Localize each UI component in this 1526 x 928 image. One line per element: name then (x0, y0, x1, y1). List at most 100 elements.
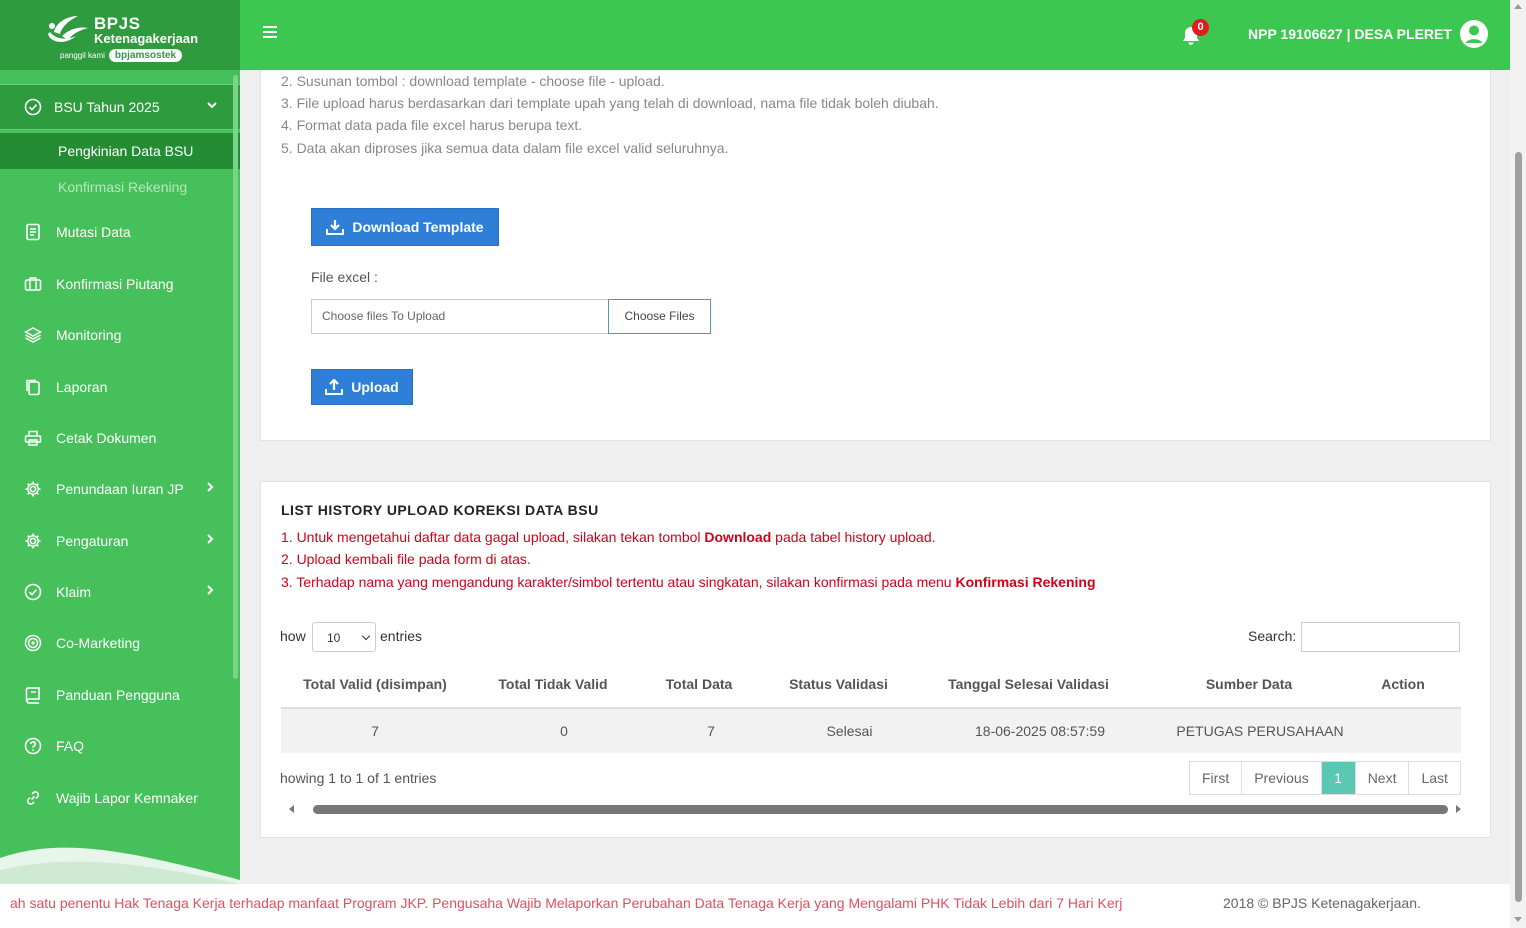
copy-icon (26, 379, 40, 396)
sidebar-item-label: Monitoring (56, 327, 122, 343)
column-header[interactable]: Tanggal Selesai Validasi (916, 676, 1141, 692)
brand-subname: Ketenagakerjaan (94, 31, 199, 46)
document-icon (26, 223, 40, 241)
user-avatar-icon[interactable] (1459, 19, 1489, 49)
pagination-page-1[interactable]: 1 (1321, 762, 1356, 794)
gear-icon (25, 533, 41, 549)
scroll-up-icon[interactable] (1514, 4, 1522, 9)
sidebar-subitem-konfirmasi-rekening[interactable]: Konfirmasi Rekening (0, 169, 240, 205)
target-icon (24, 634, 42, 652)
sidebar-item-bsu-2025[interactable]: BSU Tahun 2025 (0, 84, 240, 130)
upload-button[interactable]: Upload (311, 369, 413, 405)
sidebar-item-pengaturan[interactable]: Pengaturan (0, 521, 240, 561)
sidebar-wave-decoration (0, 847, 240, 884)
chevron-right-icon (207, 482, 214, 492)
book-icon (25, 687, 40, 704)
sidebar-item-faq[interactable]: FAQ (0, 726, 240, 766)
table-cell: Selesai (826, 723, 873, 739)
sidebar-item-mutasi-data[interactable]: Mutasi Data (0, 212, 240, 252)
page-scrollbar-thumb[interactable] (1515, 152, 1522, 902)
upload-icon (325, 379, 344, 395)
file-excel-label: File excel : (311, 269, 378, 285)
sidebar-item-label: Wajib Lapor Kemnaker (56, 790, 198, 806)
user-label[interactable]: NPP 19106627 | DESA PLERET (1248, 26, 1452, 42)
upload-card: 2. Susunan tombol : download template - … (260, 70, 1491, 441)
brand-area[interactable]: BPJS Ketenagakerjaan panggil kami bpjams… (0, 0, 240, 70)
pagination-previous[interactable]: Previous (1242, 762, 1322, 794)
pagination-last[interactable]: Last (1409, 762, 1460, 794)
brand-tagline: panggil kami bpjamsostek (60, 49, 183, 62)
chevron-right-icon (207, 585, 214, 595)
sidebar-item-label: Co-Marketing (56, 635, 141, 651)
table-cell: PETUGAS PERUSAHAAN (1176, 723, 1344, 739)
sidebar-item-label: FAQ (56, 738, 85, 754)
scroll-left-icon[interactable] (289, 805, 294, 813)
download-template-button[interactable]: Download Template (311, 208, 499, 246)
history-note-1: 1. Untuk mengetahui daftar data gagal up… (281, 529, 936, 545)
printer-icon (24, 430, 42, 446)
search-input[interactable] (1301, 622, 1460, 652)
sidebar-item-label: Penundaan Iuran JP (56, 481, 184, 497)
pagination-next[interactable]: Next (1355, 762, 1410, 794)
top-header: 0 NPP 19106627 | DESA PLERET (240, 0, 1510, 70)
sidebar-item-co-marketing[interactable]: Co-Marketing (0, 623, 240, 663)
history-card: LIST HISTORY UPLOAD KOREKSI DATA BSU 1. … (260, 481, 1491, 838)
sidebar-subitem-pengkinian-data-bsu[interactable]: Pengkinian Data BSU (0, 133, 240, 169)
konfirmasi-rekening-link[interactable]: Konfirmasi Rekening (955, 574, 1095, 590)
sidebar-item-label: Mutasi Data (56, 224, 131, 240)
column-header[interactable]: Total Valid (disimpan) (281, 676, 469, 692)
column-header[interactable]: Total Tidak Valid (469, 676, 637, 692)
column-header[interactable]: Sumber Data (1141, 676, 1357, 692)
history-title: LIST HISTORY UPLOAD KOREKSI DATA BSU (281, 502, 599, 518)
instruction-line: 3. File upload harus berdasarkan dari te… (281, 95, 939, 111)
sidebar-item-penundaan-iuran-jp[interactable]: Penundaan Iuran JP (0, 469, 240, 509)
layers-icon (24, 327, 42, 343)
pagination-first[interactable]: First (1190, 762, 1243, 794)
notification-badge: 0 (1192, 19, 1209, 36)
table-cell: 0 (560, 723, 568, 739)
sidebar-item-laporan[interactable]: Laporan (0, 367, 240, 407)
scroll-right-icon[interactable] (1456, 805, 1461, 813)
chevron-down-icon (361, 631, 371, 641)
sidebar-item-label: Cetak Dokumen (56, 430, 157, 446)
sidebar-item-panduan-pengguna[interactable]: Panduan Pengguna (0, 675, 240, 715)
announcement-marquee: ah satu penentu Hak Tenaga Kerja terhada… (10, 895, 1123, 911)
sidebar-item-konfirmasi-piutang[interactable]: Konfirmasi Piutang (0, 264, 240, 304)
chevron-down-icon (207, 102, 217, 109)
column-header[interactable]: Status Validasi (761, 676, 916, 692)
column-header[interactable]: Total Data (637, 676, 761, 692)
note-text: 1. Untuk mengetahui daftar data gagal up… (281, 529, 705, 545)
history-note-2: 2. Upload kembali file pada form di atas… (281, 551, 531, 567)
scroll-down-icon[interactable] (1514, 917, 1522, 922)
entries-length-select[interactable]: 10 (312, 622, 376, 652)
download-template-label: Download Template (352, 219, 484, 235)
sidebar-item-label: Konfirmasi Piutang (56, 276, 174, 292)
tagline-prefix: panggil kami (60, 51, 105, 60)
page-scrollbar[interactable] (1510, 0, 1526, 928)
entries-length-suffix: entries (380, 628, 423, 644)
column-header[interactable]: Action (1357, 676, 1449, 692)
brand-name: BPJS (94, 14, 141, 33)
entries-length-prefix: how (280, 628, 306, 644)
sidebar-item-klaim[interactable]: Klaim (0, 572, 240, 612)
note-text: 3. Terhadap nama yang mengandung karakte… (281, 574, 956, 590)
hamburger-menu-icon[interactable] (262, 24, 278, 40)
pagination: First Previous 1 Next Last (1189, 761, 1461, 795)
tagline-pill: bpjamsostek (108, 49, 183, 62)
sidebar-scrollbar[interactable] (233, 75, 238, 679)
choose-files-button[interactable]: Choose Files (608, 299, 711, 334)
sidebar-item-label: Pengaturan (56, 533, 129, 549)
instruction-line: 2. Susunan tombol : download template - … (281, 73, 665, 89)
footer: ah satu penentu Hak Tenaga Kerja terhada… (0, 884, 1510, 928)
sidebar-item-monitoring[interactable]: Monitoring (0, 315, 240, 355)
sidebar-item-wajib-lapor-kemnaker[interactable]: Wajib Lapor Kemnaker (0, 778, 240, 818)
instruction-line: 5. Data akan diproses jika semua data da… (281, 140, 729, 156)
sidebar-item-label: BSU Tahun 2025 (54, 99, 160, 115)
sidebar-item-cetak-dokumen[interactable]: Cetak Dokumen (0, 418, 240, 458)
download-icon (326, 220, 345, 235)
table-horizontal-scrollbar[interactable] (313, 805, 1448, 814)
entries-length-value: 10 (327, 631, 341, 645)
briefcase-icon (24, 277, 42, 291)
gear-icon (25, 481, 41, 497)
file-upload-input[interactable]: Choose files To Upload (311, 299, 609, 334)
